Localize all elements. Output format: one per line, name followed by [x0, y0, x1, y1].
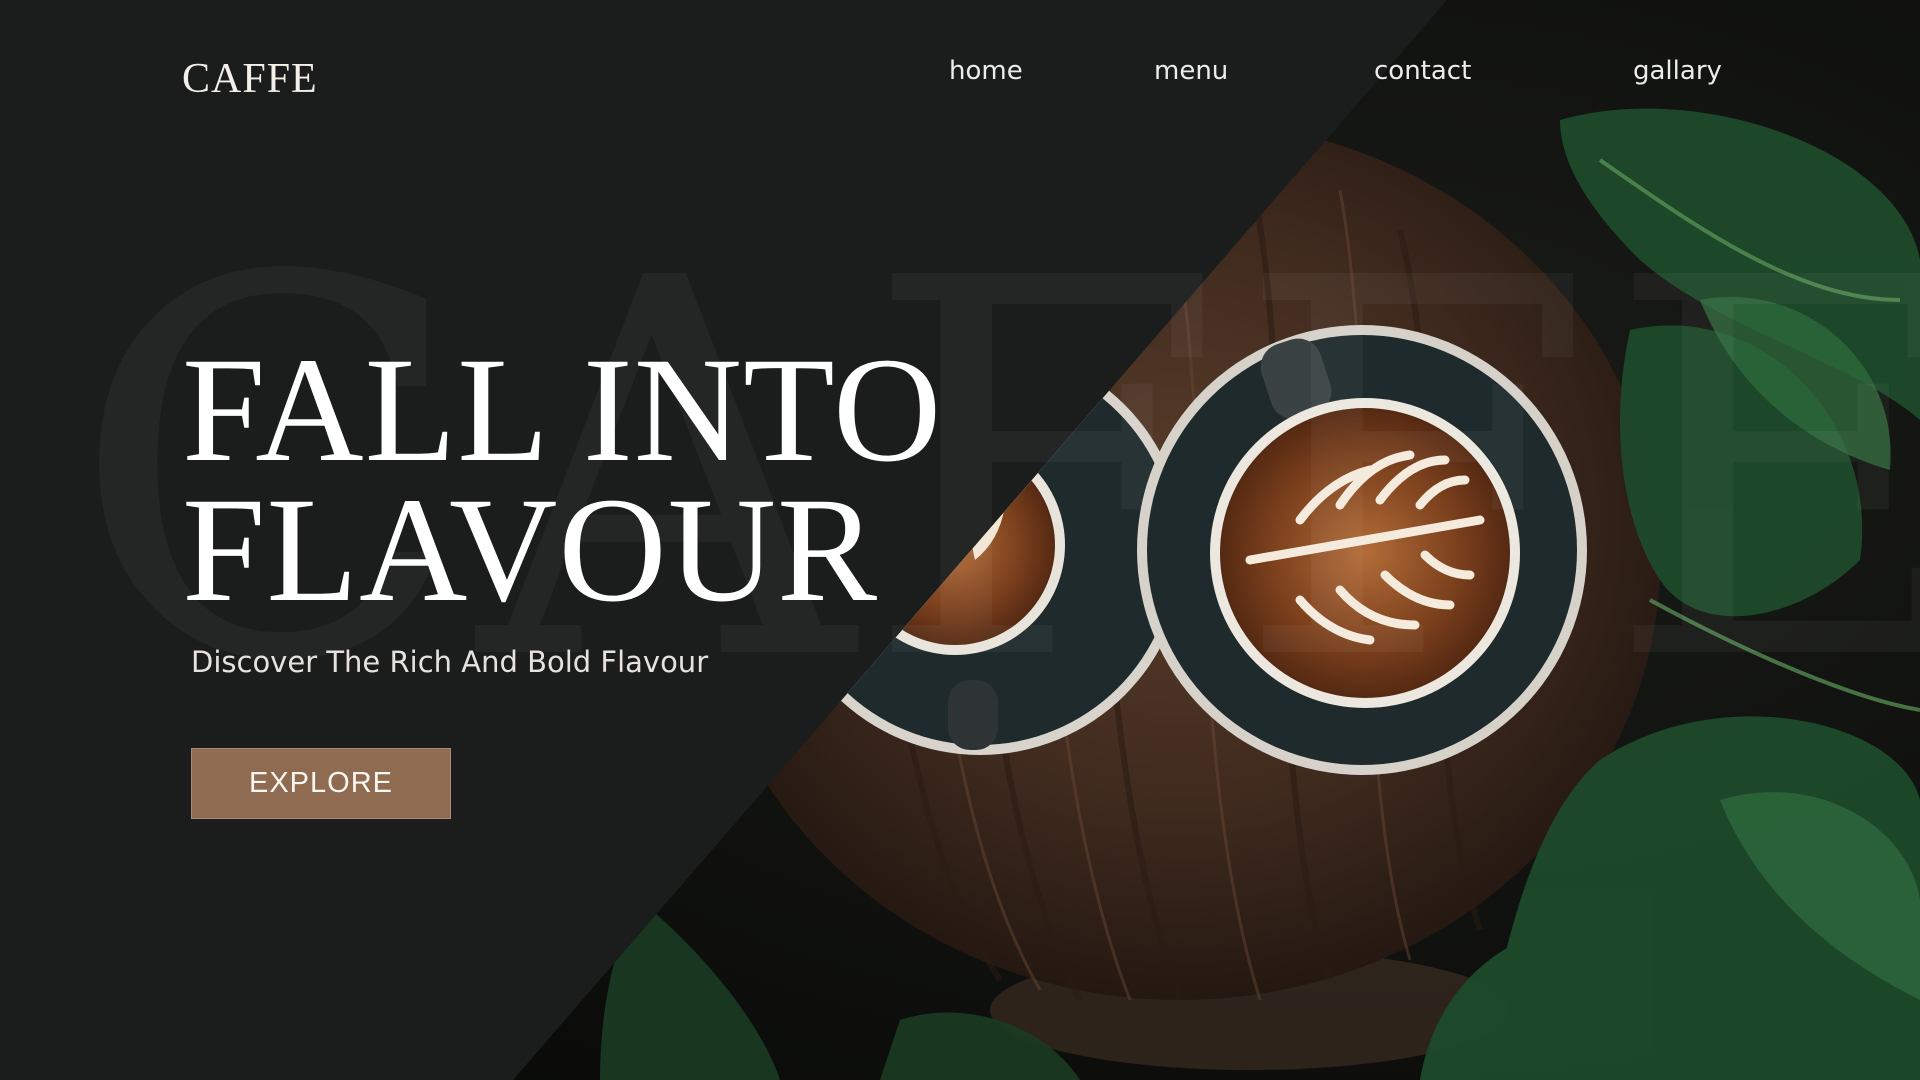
nav-item-home[interactable]: home [949, 56, 1023, 86]
nav-item-menu[interactable]: menu [1154, 56, 1228, 86]
hero-title-line-2: FLAVOUR [182, 467, 879, 633]
hero-title-line-1: FALL INTO [182, 327, 943, 493]
hero-subtitle: Discover The Rich And Bold Flavour [191, 645, 709, 679]
nav-item-contact[interactable]: contact [1374, 56, 1471, 86]
landing-page: CAFFE CAFFE home menu contact gallary FA… [0, 0, 1920, 1080]
hero-title: FALL INTO FLAVOUR [182, 327, 943, 633]
explore-button[interactable]: EXPLORE [191, 748, 451, 819]
nav-item-gallary[interactable]: gallary [1633, 56, 1722, 86]
main-nav: home menu contact gallary [0, 56, 1920, 96]
